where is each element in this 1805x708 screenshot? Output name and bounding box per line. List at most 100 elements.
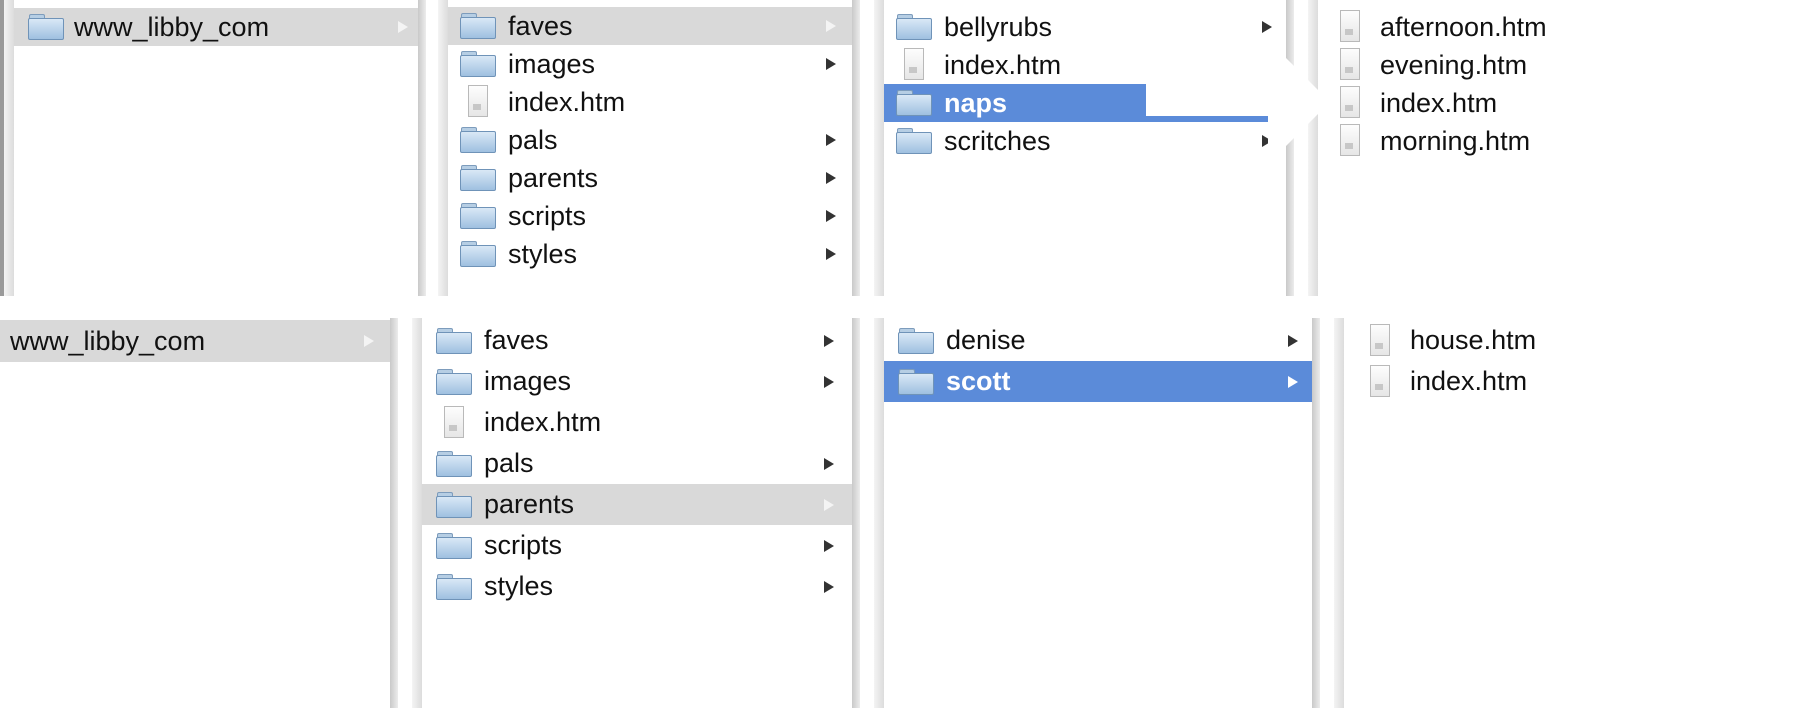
file-item[interactable]: index.htm (884, 46, 1286, 84)
folder-icon (460, 241, 496, 267)
disclosure-arrow-icon (826, 210, 836, 222)
column-scott: house.htm index.htm (1344, 318, 1805, 708)
file-label: index.htm (1380, 87, 1498, 118)
folder-icon (898, 368, 934, 395)
folder-icon (460, 51, 496, 77)
folder-icon (28, 14, 64, 40)
folder-item[interactable]: scritches (884, 122, 1286, 160)
folder-item[interactable]: scripts (448, 197, 852, 235)
folder-item[interactable]: pals (422, 443, 852, 484)
folder-label: scritches (944, 125, 1051, 156)
folder-icon (460, 203, 496, 229)
folder-icon (436, 450, 472, 477)
finder-browser-bottom: www_libby_com faves images index.htm pals pa… (0, 318, 1805, 708)
folder-label: faves (484, 325, 549, 355)
file-item[interactable]: evening.htm (1318, 46, 1805, 84)
finder-browser-top: www_libby_com faves images index.htm pals pa… (0, 0, 1805, 296)
disclosure-arrow-icon (824, 335, 834, 347)
column-separator[interactable] (390, 318, 422, 708)
folder-item[interactable]: styles (422, 566, 852, 607)
folder-item[interactable]: denise (884, 320, 1312, 361)
disclosure-arrow-icon (1288, 335, 1298, 347)
disclosure-arrow-icon (826, 20, 836, 32)
column-root-row[interactable]: www_libby_com (14, 8, 418, 46)
column-separator[interactable] (0, 0, 14, 296)
column-site: faves images index.htm pals parents scripts st… (448, 0, 852, 296)
column-faves: bellyrubs index.htm naps scritches (884, 0, 1286, 296)
folder-item[interactable]: scott (884, 361, 1312, 402)
file-item[interactable]: morning.htm (1318, 122, 1805, 160)
root-folder-label: www_libby_com (74, 11, 270, 42)
file-icon (1367, 364, 1393, 399)
disclosure-arrow-icon (824, 458, 834, 470)
disclosure-arrow-icon (1288, 376, 1298, 388)
column-parents: denise scott (884, 318, 1312, 708)
folder-icon (436, 368, 472, 395)
folder-label: parents (508, 162, 599, 193)
column-site: faves images index.htm pals parents scripts st… (422, 318, 852, 708)
folder-icon (436, 491, 472, 518)
file-icon (1337, 10, 1363, 44)
folder-item[interactable]: pals (448, 121, 852, 159)
folder-icon (436, 573, 472, 600)
folder-label: styles (484, 571, 554, 601)
column-root-row[interactable]: www_libby_com (0, 320, 390, 362)
file-label: house.htm (1410, 325, 1537, 355)
screenshot-cutout (1146, 84, 1270, 116)
file-item[interactable]: index.htm (1318, 84, 1805, 122)
folder-icon (436, 327, 472, 354)
disclosure-arrow-icon (826, 248, 836, 260)
file-item[interactable]: afternoon.htm (1318, 8, 1805, 46)
folder-label: pals (484, 448, 534, 478)
column-separator[interactable] (852, 318, 884, 708)
folder-label: naps (944, 87, 1008, 118)
file-label: morning.htm (1380, 125, 1531, 156)
file-icon (1367, 323, 1393, 358)
folder-icon (896, 90, 932, 116)
column-naps: afternoon.htm evening.htm index.htm morning… (1318, 0, 1805, 296)
disclosure-arrow-icon (824, 581, 834, 593)
folder-label: scripts (484, 530, 563, 560)
folder-icon (896, 128, 932, 154)
folder-item[interactable]: parents (448, 159, 852, 197)
column-separator[interactable] (418, 0, 448, 296)
disclosure-arrow-icon (824, 540, 834, 552)
file-icon (1337, 48, 1363, 82)
file-icon (901, 48, 927, 82)
column-root: www_libby_com (14, 0, 418, 296)
folder-label: pals (508, 124, 558, 155)
folder-icon (436, 532, 472, 559)
disclosure-arrow-icon (826, 58, 836, 70)
folder-icon (460, 13, 496, 39)
file-label: index.htm (508, 86, 626, 117)
file-item[interactable]: index.htm (448, 83, 852, 121)
folder-item[interactable]: faves (422, 320, 852, 361)
file-icon (1337, 124, 1363, 158)
file-label: afternoon.htm (1380, 11, 1547, 42)
file-item[interactable]: index.htm (422, 402, 852, 443)
folder-item[interactable]: styles (448, 235, 852, 273)
folder-item[interactable]: images (422, 361, 852, 402)
file-item[interactable]: index.htm (1344, 361, 1805, 402)
folder-icon (896, 14, 932, 40)
folder-icon (898, 327, 934, 354)
folder-item[interactable]: scripts (422, 525, 852, 566)
column-separator[interactable] (852, 0, 884, 296)
folder-label: styles (508, 238, 578, 269)
folder-item[interactable]: faves (448, 7, 852, 45)
folder-icon (460, 165, 496, 191)
folder-label: bellyrubs (944, 11, 1053, 42)
file-icon (465, 85, 491, 119)
column-root: www_libby_com (0, 318, 390, 708)
folder-item[interactable]: images (448, 45, 852, 83)
disclosure-arrow-icon (398, 21, 408, 33)
folder-item[interactable]: parents (422, 484, 852, 525)
disclosure-arrow-icon (824, 499, 834, 511)
disclosure-arrow-icon (826, 172, 836, 184)
file-icon (441, 405, 467, 440)
file-item[interactable]: house.htm (1344, 320, 1805, 361)
file-label: evening.htm (1380, 49, 1528, 80)
folder-item[interactable]: bellyrubs (884, 8, 1286, 46)
column-separator[interactable] (1312, 318, 1344, 708)
folder-label: denise (946, 325, 1026, 355)
